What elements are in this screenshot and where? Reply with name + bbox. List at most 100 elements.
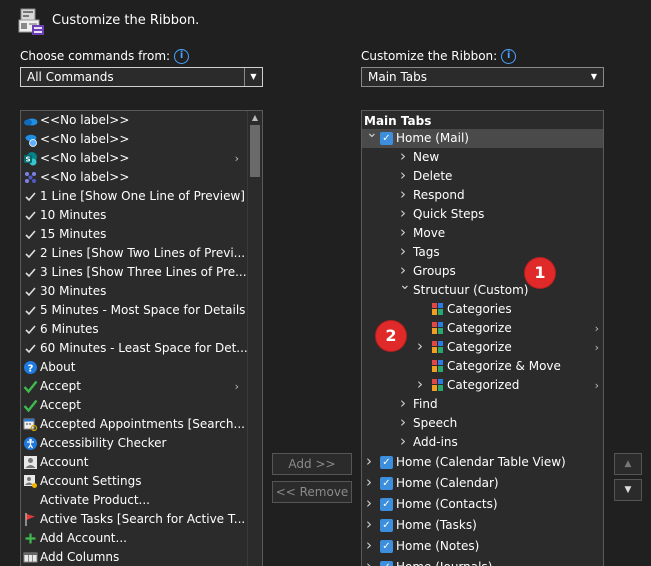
tree-group[interactable]: › Respond <box>362 186 603 205</box>
tree-group[interactable]: › Tags <box>362 243 603 262</box>
command-list-item[interactable]: Add Account... <box>21 529 247 548</box>
command-list-item[interactable]: 6 Minutes <box>21 320 247 339</box>
command-list-item[interactable]: Accepted Appointments [Search... <box>21 415 247 434</box>
choose-commands-select[interactable]: All Commands ▼ <box>20 67 263 87</box>
tree-tab[interactable]: › ✓ Home (Notes) <box>362 536 603 557</box>
command-list-item[interactable]: Account Settings <box>21 472 247 491</box>
category-icon <box>430 340 445 355</box>
account-settings-icon <box>23 474 38 489</box>
chevron-down-icon[interactable]: ▼ <box>585 68 603 86</box>
command-list-item[interactable]: Active Tasks [Search for Active T... <box>21 510 247 529</box>
tab-checkbox[interactable]: ✓ <box>380 498 393 511</box>
chevron-right-icon[interactable]: › <box>366 557 372 566</box>
choose-commands-select-value: All Commands <box>27 70 114 84</box>
scroll-up-icon[interactable]: ▲ <box>248 113 262 122</box>
tree-group[interactable]: › Find <box>362 395 603 414</box>
command-list-item[interactable]: 1 Line [Show One Line of Preview] <box>21 187 247 206</box>
chevron-down-icon[interactable]: ▼ <box>244 68 262 86</box>
chevron-right-icon[interactable]: › <box>400 243 406 261</box>
tab-checkbox[interactable]: ✓ <box>380 561 393 566</box>
remove-button[interactable]: << Remove <box>272 481 352 503</box>
chevron-right-icon[interactable]: › <box>417 338 423 356</box>
commands-list[interactable]: <<No label>> <<No label>> S <<No label>> › <<… <box>20 110 263 566</box>
chevron-right-icon[interactable]: › <box>400 186 406 204</box>
chevron-right-icon[interactable]: › <box>400 224 406 242</box>
tree-tab[interactable]: › ✓ Home (Contacts) <box>362 494 603 515</box>
command-list-item[interactable]: Add Columns <box>21 548 247 566</box>
svg-text:S: S <box>25 156 30 164</box>
tree-group[interactable]: › Add-ins <box>362 433 603 452</box>
info-icon[interactable]: i <box>501 49 517 64</box>
chevron-right-icon[interactable]: › <box>366 515 372 535</box>
chevron-right-icon[interactable]: › <box>366 452 372 472</box>
tree-tab[interactable]: › ✓Home (Journals) <box>362 557 603 566</box>
tree-item-label: Categorized <box>447 378 520 392</box>
command-list-item[interactable]: 10 Minutes <box>21 206 247 225</box>
command-list-item[interactable]: Accept <box>21 396 247 415</box>
command-list-item[interactable]: S <<No label>> › <box>21 149 247 168</box>
tab-checkbox[interactable]: ✓ <box>380 477 393 490</box>
command-list-item[interactable]: Activate Product... <box>21 491 247 510</box>
chevron-right-icon: › <box>594 322 599 335</box>
move-down-button[interactable]: ▼ <box>614 479 642 501</box>
chevron-right-icon[interactable]: › <box>400 167 406 185</box>
command-list-item[interactable]: 5 Minutes - Most Space for Details <box>21 301 247 320</box>
tree-tab[interactable]: › ✓ Home (Calendar) <box>362 473 603 494</box>
command-list-item[interactable]: <<No label>> <box>21 168 247 187</box>
chevron-right-icon[interactable]: › <box>400 148 406 166</box>
tree-custom-group[interactable]: ⌄ Structuur (Custom) <box>362 281 603 300</box>
tree-item-label: Categories <box>447 302 512 316</box>
chevron-right-icon: › <box>234 152 239 165</box>
command-list-item-label: Accessibility Checker <box>40 436 167 450</box>
tab-checkbox[interactable]: ✓ <box>380 132 393 145</box>
chevron-right-icon[interactable]: › <box>366 473 372 493</box>
command-list-item[interactable]: 60 Minutes - Least Space for Det... <box>21 339 247 358</box>
tree-group[interactable]: › Quick Steps <box>362 205 603 224</box>
command-list-item[interactable]: 3 Lines [Show Three Lines of Pre... <box>21 263 247 282</box>
chevron-right-icon[interactable]: › <box>400 433 406 451</box>
tree-group[interactable]: › Move <box>362 224 603 243</box>
command-list-item[interactable]: Account <box>21 453 247 472</box>
tree-group[interactable]: › Delete <box>362 167 603 186</box>
tree-group[interactable]: › Groups <box>362 262 603 281</box>
command-list-item[interactable]: 15 Minutes <box>21 225 247 244</box>
tree-tab[interactable]: ⌄ ✓ Home (Mail) <box>362 129 603 148</box>
command-list-item[interactable]: <<No label>> <box>21 111 247 130</box>
command-list-item[interactable]: Accessibility Checker <box>21 434 247 453</box>
chevron-right-icon[interactable]: › <box>400 414 406 432</box>
tree-group[interactable]: › Speech <box>362 414 603 433</box>
tree-command[interactable]: › Categorized › <box>362 376 603 395</box>
chevron-down-icon[interactable]: ⌄ <box>399 281 411 295</box>
tab-checkbox[interactable]: ✓ <box>380 540 393 553</box>
command-list-item-label: <<No label>> <box>40 170 130 184</box>
tab-checkbox[interactable]: ✓ <box>380 456 393 469</box>
chevron-right-icon[interactable]: › <box>366 536 372 556</box>
tree-tab[interactable]: › ✓ Home (Calendar Table View) <box>362 452 603 473</box>
command-list-item[interactable]: 2 Lines [Show Two Lines of Previ... <box>21 244 247 263</box>
tree-item-label: Categorize <box>447 340 512 354</box>
command-list-item[interactable]: 30 Minutes <box>21 282 247 301</box>
tree-item-label: Home (Contacts) <box>396 497 498 511</box>
chevron-right-icon[interactable]: › <box>366 494 372 514</box>
command-list-item[interactable]: ? About <box>21 358 247 377</box>
chevron-down-icon[interactable]: ⌄ <box>366 129 378 143</box>
customize-ribbon-select[interactable]: Main Tabs ▼ <box>361 67 604 87</box>
tab-checkbox[interactable]: ✓ <box>380 519 393 532</box>
chevron-right-icon[interactable]: › <box>417 376 423 394</box>
move-up-button[interactable]: ▲ <box>614 453 642 475</box>
chevron-right-icon[interactable]: › <box>400 262 406 280</box>
commands-list-scrollbar[interactable]: ▲ <box>247 111 262 566</box>
tree-tab[interactable]: › ✓ Home (Tasks) <box>362 515 603 536</box>
info-icon[interactable]: i <box>174 49 190 64</box>
tree-command[interactable]: Categorize & Move <box>362 357 603 376</box>
chevron-right-icon[interactable]: › <box>400 395 406 413</box>
add-button[interactable]: Add >> <box>272 453 352 475</box>
command-list-item[interactable]: Accept › <box>21 377 247 396</box>
command-list-item[interactable]: <<No label>> <box>21 130 247 149</box>
tree-command[interactable]: Categories <box>362 300 603 319</box>
svg-text:?: ? <box>28 364 34 375</box>
scroll-thumb[interactable] <box>250 125 260 177</box>
customize-ribbon-select-value: Main Tabs <box>368 70 428 84</box>
chevron-right-icon[interactable]: › <box>400 205 406 223</box>
tree-group[interactable]: › New <box>362 148 603 167</box>
